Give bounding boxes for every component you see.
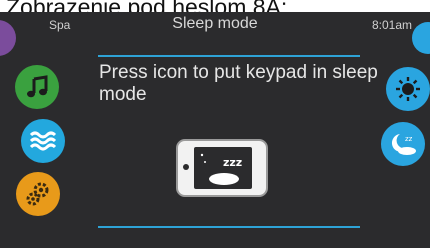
svg-text:zzz: zzz — [223, 156, 242, 169]
water-waves-icon — [29, 131, 57, 151]
sleep-mode-button[interactable]: zz — [381, 122, 425, 166]
spa-keypad-screen: Spa Sleep mode 8:01am zz Press icon to p… — [0, 12, 430, 248]
svg-text:zz: zz — [405, 135, 413, 143]
keypad-sleep-button[interactable]: zzz — [176, 139, 268, 197]
top-divider — [98, 55, 360, 57]
water-jets-button[interactable] — [21, 119, 65, 163]
page-title: Sleep mode — [172, 15, 258, 32]
status-bar: Spa Sleep mode 8:01am — [0, 12, 430, 38]
partial-top-right-button[interactable] — [412, 22, 430, 54]
clock-time: 8:01am — [372, 18, 413, 32]
instruction-text: Press icon to put keypad in sleep mode — [99, 62, 378, 105]
brightness-button[interactable] — [386, 67, 430, 111]
brightness-icon — [396, 77, 420, 101]
music-button[interactable] — [15, 65, 59, 109]
button-dot — [183, 164, 189, 170]
keypad-sleep-icon: zzz — [194, 147, 252, 189]
gears-icon — [26, 182, 49, 206]
sleep-moon-icon: zz — [391, 134, 416, 155]
music-note-icon — [27, 75, 48, 98]
bottom-divider — [98, 226, 360, 228]
settings-button[interactable] — [16, 172, 60, 216]
